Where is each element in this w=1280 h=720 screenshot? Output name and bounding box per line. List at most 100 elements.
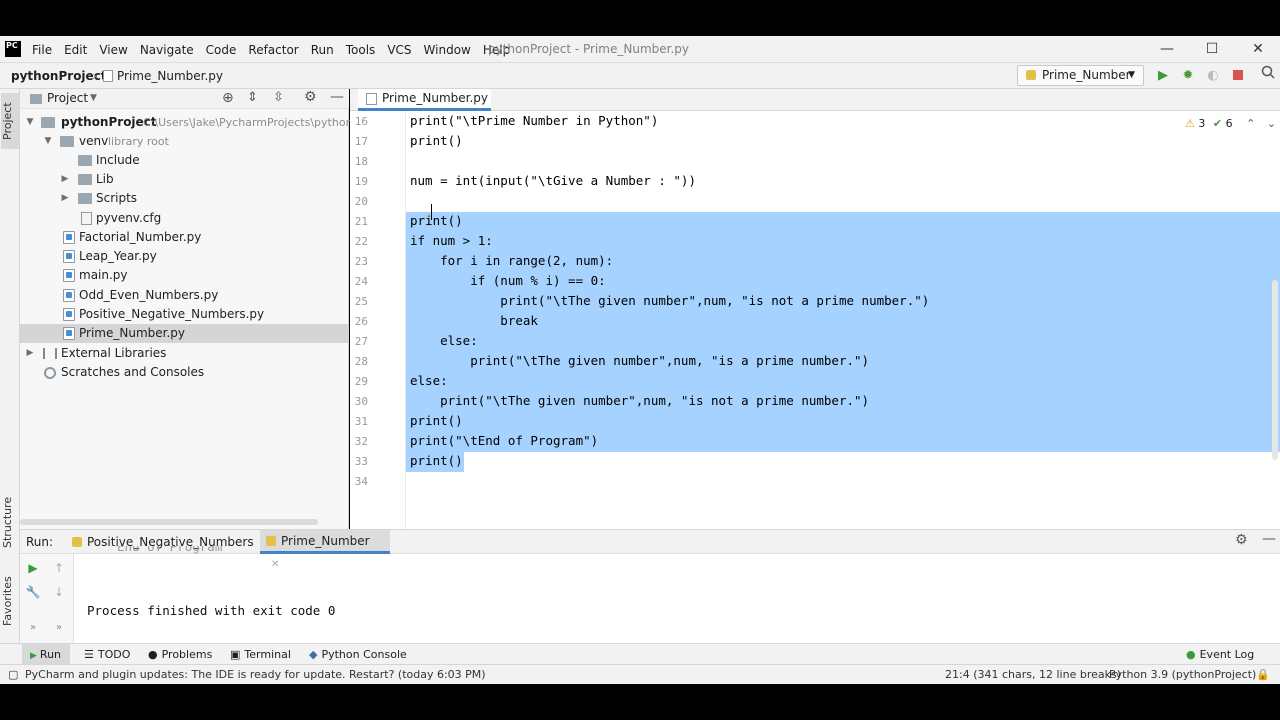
- folder-icon: [41, 117, 55, 128]
- chevron-down-icon[interactable]: ▼: [25, 113, 35, 132]
- menu-file[interactable]: File: [26, 43, 58, 57]
- tree-item-pyvenv-cfg[interactable]: pyvenv.cfg: [20, 209, 349, 228]
- line-number: 17: [354, 135, 368, 148]
- menu-edit[interactable]: Edit: [58, 43, 93, 57]
- hide-panel-icon[interactable]: —: [330, 89, 344, 105]
- menu-window[interactable]: Window: [418, 43, 477, 57]
- tree-item-include[interactable]: Include: [20, 151, 349, 170]
- problems-tool-button[interactable]: ● Problems: [148, 644, 212, 665]
- breadcrumb-file[interactable]: Prime_Number.py: [117, 63, 223, 89]
- gear-icon[interactable]: ⚙: [1235, 532, 1248, 548]
- tree-item-label: Scripts: [96, 191, 138, 205]
- code-line: if num > 1:: [410, 233, 493, 248]
- todo-tool-button[interactable]: ☰ TODO: [84, 644, 130, 665]
- locate-file-icon[interactable]: ⊕: [222, 90, 234, 106]
- line-number: 26: [354, 315, 368, 328]
- menu-refactor[interactable]: Refactor: [242, 43, 304, 57]
- python-interpreter[interactable]: Python 3.9 (pythonProject): [1109, 665, 1256, 685]
- status-message[interactable]: PyCharm and plugin updates: The IDE is r…: [25, 665, 486, 685]
- tree-item-pythonproject[interactable]: ▼ pythonProject C:\Users\Jake\PycharmPro…: [20, 113, 360, 132]
- tree-item-label: Factorial_Number.py: [79, 230, 202, 244]
- code-editor[interactable]: 16 17 18 19 20 21 22 23 24 25 26 27 28 2…: [350, 111, 1280, 529]
- inspection-widget[interactable]: ⚠ 3 ✔ 6 ⌃ ⌄: [1185, 117, 1276, 130]
- more-icon[interactable]: »: [24, 618, 42, 638]
- chevron-right-icon[interactable]: ▶: [60, 189, 70, 208]
- project-horizontal-scrollbar[interactable]: [20, 519, 318, 525]
- tab-prime-number[interactable]: Prime_Number.py ✕: [358, 89, 491, 124]
- python-file-icon: [63, 231, 75, 244]
- code-line: print("\tThe given number",num, "is not …: [410, 293, 930, 308]
- code-line: print("\tPrime Number in Python"): [410, 113, 659, 128]
- menu-navigate[interactable]: Navigate: [134, 43, 200, 57]
- chevron-up-icon[interactable]: ⌃: [1246, 117, 1255, 130]
- python-file-icon: [63, 250, 75, 263]
- tree-item-leap-year[interactable]: Leap_Year.py: [20, 247, 349, 266]
- bottom-tool-strip: ▶ Run ☰ TODO ● Problems ▣ Terminal ◆ Python C…: [0, 643, 1280, 665]
- python-file-icon: [366, 93, 377, 105]
- tree-item-main[interactable]: main.py: [20, 266, 349, 285]
- structure-tool-tab[interactable]: Structure: [1, 487, 19, 557]
- tree-item-external-libraries[interactable]: ▶ External Libraries: [20, 344, 349, 363]
- run-tab-prime-number[interactable]: Prime_Number ✕: [260, 530, 390, 570]
- chevron-down-icon[interactable]: ⌄: [1267, 117, 1276, 130]
- maximize-button[interactable]: ☐: [1190, 36, 1234, 63]
- tree-item-scratches-and-consoles[interactable]: Scratches and Consoles: [20, 363, 349, 382]
- line-number: 34: [354, 475, 368, 488]
- search-everywhere-icon[interactable]: [1257, 65, 1279, 87]
- python-file-icon: [63, 289, 75, 302]
- menu-run[interactable]: Run: [305, 43, 340, 57]
- chevron-down-icon[interactable]: ▼: [90, 93, 97, 103]
- menu-tools[interactable]: Tools: [340, 43, 382, 57]
- caret-position[interactable]: 21:4 (341 chars, 12 line breaks): [945, 665, 1121, 685]
- more-icon[interactable]: »: [50, 618, 68, 638]
- tree-item-positive-negative-numbers[interactable]: Positive_Negative_Numbers.py: [20, 305, 349, 324]
- close-window-button[interactable]: ✕: [1236, 36, 1280, 63]
- menu-vcs[interactable]: VCS: [381, 43, 417, 57]
- collapse-all-icon[interactable]: ⇳: [273, 90, 284, 105]
- event-log-tool-button[interactable]: ● Event Log: [1186, 644, 1254, 665]
- code-line: if (num % i) == 0:: [410, 273, 606, 288]
- run-configuration-select[interactable]: Prime_Number ▼: [1017, 65, 1144, 86]
- tree-item-prime-number[interactable]: Prime_Number.py: [20, 324, 349, 343]
- folder-icon: [78, 193, 92, 204]
- terminal-tool-button[interactable]: ▣ Terminal: [230, 644, 291, 665]
- close-tab-icon[interactable]: ✕: [271, 559, 279, 570]
- tree-item-label: Scratches and Consoles: [61, 365, 205, 379]
- chevron-right-icon[interactable]: ▶: [60, 170, 70, 189]
- favorites-tool-tab[interactable]: Favorites: [1, 571, 19, 631]
- tree-item-venv[interactable]: ▼ venv library root: [20, 132, 349, 151]
- run-panel: Run: Positive_Negative_Numbers ✕ Prime_N…: [20, 529, 1280, 644]
- rerun-icon[interactable]: ▶: [24, 558, 42, 578]
- lock-icon[interactable]: 🔒: [1256, 665, 1270, 685]
- debug-icon[interactable]: ✹: [1177, 65, 1199, 87]
- editor-vertical-scrollbar[interactable]: [1272, 280, 1278, 460]
- terminal-tool-label: Terminal: [244, 648, 291, 661]
- code-line: print("\tThe given number",num, "is not …: [410, 393, 870, 408]
- wrench-icon[interactable]: 🔧: [24, 582, 42, 602]
- run-tool-button[interactable]: ▶ Run: [22, 644, 70, 665]
- selection-highlight: [406, 212, 1280, 232]
- menu-code[interactable]: Code: [200, 43, 243, 57]
- minimize-button[interactable]: —: [1145, 36, 1189, 63]
- run-icon[interactable]: ▶: [1152, 65, 1174, 87]
- chevron-right-icon[interactable]: ▶: [25, 344, 35, 363]
- project-panel-title[interactable]: Project: [47, 91, 88, 105]
- python-console-tool-button[interactable]: ◆ Python Console: [309, 644, 407, 665]
- tree-item-factorial-number[interactable]: Factorial_Number.py: [20, 228, 349, 247]
- status-toggle-icon[interactable]: ▢: [8, 665, 18, 685]
- tree-item-scripts[interactable]: ▶ Scripts: [20, 189, 349, 208]
- arrow-down-icon[interactable]: ↓: [50, 582, 68, 602]
- hide-panel-icon[interactable]: —: [1262, 531, 1276, 547]
- chevron-down-icon[interactable]: ▼: [43, 132, 53, 151]
- run-icon: ▶: [30, 651, 37, 661]
- coverage-icon[interactable]: ◐: [1202, 65, 1224, 87]
- expand-all-icon[interactable]: ⇕: [247, 90, 258, 105]
- gear-icon[interactable]: ⚙: [304, 89, 317, 105]
- project-tool-tab[interactable]: Project: [1, 93, 19, 149]
- tree-item-odd-even-numbers[interactable]: Odd_Even_Numbers.py: [20, 286, 349, 305]
- menu-view[interactable]: View: [93, 43, 133, 57]
- tree-item-lib[interactable]: ▶ Lib: [20, 170, 349, 189]
- stop-icon[interactable]: [1227, 65, 1249, 87]
- arrow-up-icon[interactable]: ↑: [50, 558, 68, 578]
- library-icon: [43, 348, 57, 359]
